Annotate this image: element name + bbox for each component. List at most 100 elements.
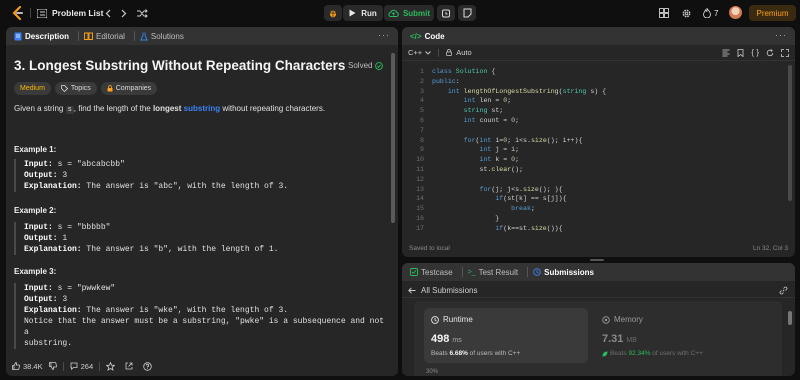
layout-grid-icon[interactable] <box>658 7 670 19</box>
submit-button[interactable]: Submit <box>384 5 434 21</box>
debug-button[interactable] <box>324 5 342 21</box>
description-tabs: Description Editorial Solutions ··· <box>6 27 398 45</box>
line-code: int len = 0; <box>463 97 512 105</box>
tab-description[interactable]: Description <box>14 32 69 41</box>
line-code: int lengthOfLongestSubstring(string s) { <box>447 87 607 95</box>
timer-button[interactable] <box>437 5 455 21</box>
tab-solutions-label: Solutions <box>150 31 184 41</box>
problem-list-link[interactable]: Problem List <box>52 8 103 18</box>
notes-button[interactable] <box>458 5 476 21</box>
substring-link[interactable]: substring <box>184 104 220 113</box>
tab-testcase-label: Testcase <box>421 267 453 277</box>
desc-inline-code: s <box>65 106 74 114</box>
run-button[interactable]: Run <box>343 5 383 21</box>
back-to-submissions[interactable]: All Submissions <box>408 286 477 295</box>
like-button[interactable]: 38.4K <box>12 362 43 371</box>
memory-value-row: 7.31 MB <box>602 333 637 345</box>
output-value: 1 <box>62 234 68 243</box>
braces-icon[interactable]: { } <box>751 48 759 57</box>
line-number: 17 <box>416 224 424 232</box>
panel-resize-handle[interactable] <box>590 258 604 261</box>
streak-flame-icon[interactable] <box>702 7 712 19</box>
all-submissions-label: All Submissions <box>421 286 478 295</box>
more-options-icon[interactable]: ··· <box>378 30 390 40</box>
code-brackets-icon: </> <box>410 31 422 41</box>
line-number: 12 <box>416 175 424 183</box>
leetcode-logo-icon[interactable] <box>11 6 25 20</box>
code-line[interactable]: 12 <box>402 175 786 185</box>
flask-icon <box>140 32 148 41</box>
shuffle-icon[interactable] <box>136 7 148 19</box>
tab-solutions[interactable]: Solutions <box>140 32 184 41</box>
tab-editorial[interactable]: Editorial <box>84 32 125 41</box>
output-value: 3 <box>62 295 68 304</box>
code-editor[interactable]: 1 class Solution {2 public: 3 int lengthOfL… <box>402 63 795 238</box>
tab-test-result[interactable]: >_ Test Result <box>468 268 519 277</box>
code-line[interactable]: 10 int k = 0; <box>402 155 786 165</box>
code-line[interactable]: 15 break; <box>402 204 786 214</box>
line-code: if(st[k] == s[j]){ <box>495 195 567 203</box>
tab-submissions[interactable]: Submissions <box>533 268 594 277</box>
result-scrollbar[interactable] <box>788 311 792 325</box>
code-line[interactable]: 2 public: <box>402 77 786 87</box>
runtime-beats: Beats 6.68% of users with C++ <box>431 350 520 357</box>
code-line[interactable]: 3 int lengthOfLongestSubstring(string s)… <box>402 87 786 97</box>
auto-mode[interactable]: Auto <box>456 48 471 57</box>
chevron-left-icon[interactable] <box>102 7 114 19</box>
link-icon[interactable] <box>779 286 788 295</box>
fullscreen-icon[interactable] <box>781 48 789 57</box>
memory-card[interactable]: Memory 7.31 MB Beats 92.34% of users wit… <box>596 308 772 363</box>
code-toolbar: C++ Auto { } <box>402 45 795 61</box>
settings-gear-icon[interactable] <box>680 7 692 19</box>
topics-button[interactable]: Topics <box>54 82 97 95</box>
example-note-line: substring. <box>24 339 73 348</box>
bookmark-icon[interactable] <box>737 48 744 57</box>
line-code: int j = i; <box>479 146 520 154</box>
list-icon[interactable] <box>36 7 48 19</box>
description-scrollbar[interactable] <box>391 53 395 223</box>
code-scrollbar[interactable] <box>788 65 792 201</box>
reset-icon[interactable] <box>766 48 774 57</box>
chevron-down-icon <box>425 50 432 55</box>
input-label: Input: <box>24 160 53 169</box>
share-icon[interactable] <box>125 362 133 370</box>
tab-testcase[interactable]: Testcase <box>410 268 453 277</box>
language-select[interactable]: C++ <box>408 48 432 57</box>
code-line[interactable]: 4 int len = 0; <box>402 96 786 106</box>
more-options-icon[interactable]: ··· <box>775 30 787 40</box>
input-value: s = "bbbbb" <box>57 223 111 232</box>
tab-divider <box>78 31 80 41</box>
line-number: 4 <box>420 97 424 105</box>
help-icon[interactable] <box>143 361 152 371</box>
example-block: Input: s = "pwwkew" Output: 3 Explanatio… <box>14 283 392 349</box>
leaf-icon <box>602 351 608 357</box>
runtime-card[interactable]: Runtime 498 ms Beats 6.68% of users with… <box>424 308 588 363</box>
code-line[interactable]: 11 st.clear(); <box>402 165 786 175</box>
tab-code[interactable]: </> Code <box>410 32 445 41</box>
code-line[interactable]: 5 string st; <box>402 106 786 116</box>
example-explanation-line: Explanation: The answer is "wke", with t… <box>24 305 392 316</box>
code-line[interactable]: 6 int count = 0; <box>402 116 786 126</box>
premium-button[interactable]: Premium <box>749 5 796 21</box>
code-line[interactable]: 9 int j = i; <box>402 145 786 155</box>
dislike-button[interactable] <box>48 362 57 370</box>
memory-beats: Beats 92.34% of users with C++ <box>602 350 703 357</box>
code-line[interactable]: 8 for(int i=0; i<s.size(); i++){ <box>402 136 786 146</box>
code-line[interactable]: 1 class Solution { <box>402 67 786 77</box>
star-icon[interactable] <box>106 361 116 371</box>
chevron-right-icon[interactable] <box>118 7 130 19</box>
desc-bold: longest <box>152 104 182 113</box>
format-icon[interactable] <box>722 48 730 57</box>
runtime-beats-suffix: of users with C++ <box>467 350 521 357</box>
code-line[interactable]: 7 <box>402 126 786 136</box>
comments-button[interactable]: 264 <box>70 362 93 371</box>
footer-divider <box>99 361 101 371</box>
companies-button[interactable]: Companies <box>100 82 158 95</box>
avatar[interactable] <box>729 6 742 19</box>
code-line[interactable]: 17 if(k==st.size()){ <box>402 224 786 234</box>
code-line[interactable]: 14 if(st[k] == s[j]){ <box>402 194 786 204</box>
code-line[interactable]: 16 } <box>402 214 786 224</box>
line-code: } <box>432 215 500 222</box>
code-line[interactable]: 13 for(j; j<s.size(); ){ <box>402 185 786 195</box>
editor-status-right: Ln 32, Col 3 <box>752 245 788 252</box>
